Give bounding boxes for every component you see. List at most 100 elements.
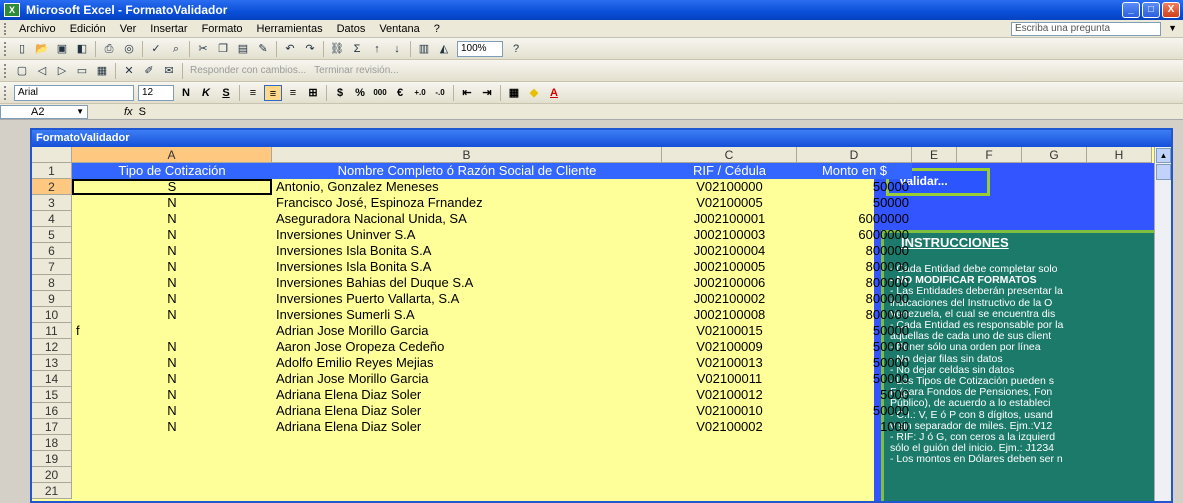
cell-tipo[interactable] — [72, 451, 272, 467]
row-header[interactable]: 12 — [32, 339, 72, 355]
open-icon[interactable]: 📂 — [34, 41, 50, 57]
cell-tipo[interactable]: N — [72, 291, 272, 307]
row-header[interactable]: 6 — [32, 243, 72, 259]
decrease-indent-icon[interactable]: ⇤ — [458, 85, 476, 101]
cell-rif[interactable] — [662, 451, 797, 467]
font-size-select[interactable]: 12 — [138, 84, 174, 101]
cell-monto[interactable]: 1000 — [797, 419, 912, 435]
cell-nombre[interactable] — [272, 467, 662, 483]
cell-rif[interactable]: J002100003 — [662, 227, 797, 243]
menu-edicion[interactable]: Edición — [63, 23, 113, 35]
minimize-button[interactable]: _ — [1122, 2, 1140, 18]
chart-icon[interactable]: ▥ — [416, 41, 432, 57]
row-header[interactable]: 9 — [32, 291, 72, 307]
cell-monto[interactable]: 6000000 — [797, 211, 912, 227]
row-header[interactable]: 11 — [32, 323, 72, 339]
cell-monto[interactable]: 5000 — [797, 387, 912, 403]
row-header[interactable]: 10 — [32, 307, 72, 323]
menu-insertar[interactable]: Insertar — [143, 23, 194, 35]
hyperlink-icon[interactable]: ⛓ — [329, 41, 345, 57]
chevron-down-icon[interactable]: ▼ — [1168, 23, 1177, 33]
column-header-f[interactable]: F — [957, 147, 1022, 163]
cell-monto[interactable]: 6000000 — [797, 227, 912, 243]
cell-tipo[interactable]: S — [72, 179, 272, 195]
maximize-button[interactable]: □ — [1142, 2, 1160, 18]
row-header[interactable]: 4 — [32, 211, 72, 227]
cell-nombre[interactable]: Aseguradora Nacional Unida, SA — [272, 211, 662, 227]
cell-tipo[interactable]: N — [72, 227, 272, 243]
cell-rif[interactable]: V02100002 — [662, 419, 797, 435]
cell-nombre[interactable]: Inversiones Isla Bonita S.A — [272, 243, 662, 259]
print-icon[interactable]: ⎙ — [101, 41, 117, 57]
name-box[interactable]: A2 ▼ — [0, 104, 88, 119]
vertical-scrollbar[interactable]: ▲ — [1154, 147, 1171, 501]
currency-icon[interactable]: $ — [331, 85, 349, 101]
cell-tipo[interactable]: N — [72, 339, 272, 355]
cell-monto[interactable] — [797, 483, 912, 499]
delete-comment-icon[interactable]: ✕ — [121, 63, 137, 79]
row-header[interactable]: 1 — [32, 163, 72, 179]
show-all-comments-icon[interactable]: ▦ — [94, 63, 110, 79]
undo-icon[interactable]: ↶ — [282, 41, 298, 57]
cell-tipo[interactable]: N — [72, 387, 272, 403]
cell-monto[interactable]: 50000 — [797, 323, 912, 339]
increase-indent-icon[interactable]: ⇥ — [478, 85, 496, 101]
cell-nombre[interactable]: Adriana Elena Diaz Soler — [272, 387, 662, 403]
cell-tipo[interactable]: N — [72, 259, 272, 275]
previous-comment-icon[interactable]: ◁ — [34, 63, 50, 79]
cell-tipo[interactable]: N — [72, 195, 272, 211]
cell-tipo[interactable] — [72, 483, 272, 499]
align-center-icon[interactable]: ≡ — [264, 84, 282, 101]
research-icon[interactable]: ⌕ — [168, 41, 184, 57]
row-header[interactable]: 15 — [32, 387, 72, 403]
comma-style-icon[interactable]: 000 — [371, 85, 389, 101]
cell-rif[interactable]: V02100013 — [662, 355, 797, 371]
header-cell-rif[interactable]: RIF / Cédula — [662, 163, 797, 179]
cell-tipo[interactable]: N — [72, 419, 272, 435]
cell-nombre[interactable] — [272, 483, 662, 499]
column-header-e[interactable]: E — [912, 147, 957, 163]
menu-archivo[interactable]: Archivo — [12, 23, 63, 35]
worksheet-grid[interactable]: Validar... INSTRUCCIONES - Cada Entidad … — [32, 147, 1171, 501]
cell-tipo[interactable]: N — [72, 371, 272, 387]
cell-monto[interactable] — [797, 435, 912, 451]
cell-monto[interactable]: 50000 — [797, 195, 912, 211]
format-painter-icon[interactable]: ✎ — [255, 41, 271, 57]
show-comment-icon[interactable]: ▭ — [74, 63, 90, 79]
row-header[interactable]: 5 — [32, 227, 72, 243]
cell-monto[interactable] — [797, 451, 912, 467]
new-icon[interactable]: ▯ — [14, 41, 30, 57]
menu-datos[interactable]: Datos — [330, 23, 373, 35]
sort-ascending-icon[interactable]: ↑ — [369, 41, 385, 57]
paste-icon[interactable]: ▤ — [235, 41, 251, 57]
new-comment-icon[interactable]: ▢ — [14, 63, 30, 79]
reply-with-changes-button[interactable]: Responder con cambios... — [190, 65, 306, 76]
cell-rif[interactable]: V02100000 — [662, 179, 797, 195]
cell-nombre[interactable]: Francisco José, Espinoza Frnandez — [272, 195, 662, 211]
ask-question-input[interactable]: Escriba una pregunta — [1011, 22, 1161, 36]
cell-nombre[interactable] — [272, 451, 662, 467]
cell-rif[interactable]: V02100012 — [662, 387, 797, 403]
insert-function-icon[interactable]: fx — [124, 106, 133, 118]
select-all-corner[interactable] — [32, 147, 72, 163]
cell-monto[interactable]: 800000 — [797, 307, 912, 323]
ink-annotations-icon[interactable]: ✐ — [141, 63, 157, 79]
menu-herramientas[interactable]: Herramientas — [250, 23, 330, 35]
row-header[interactable]: 13 — [32, 355, 72, 371]
print-preview-icon[interactable]: ◎ — [121, 41, 137, 57]
borders-icon[interactable]: ▦ — [505, 85, 523, 101]
menu-ayuda[interactable]: ? — [427, 23, 447, 35]
close-button[interactable]: X — [1162, 2, 1180, 18]
cell-monto[interactable]: 800000 — [797, 275, 912, 291]
toolbar-grip[interactable] — [4, 22, 8, 35]
cell-rif[interactable]: J002100005 — [662, 259, 797, 275]
header-cell-monto[interactable]: Monto en $ — [797, 163, 912, 179]
cell-rif[interactable]: V02100009 — [662, 339, 797, 355]
merge-center-icon[interactable]: ⊞ — [304, 85, 322, 101]
euro-icon[interactable]: € — [391, 85, 409, 101]
redo-icon[interactable]: ↷ — [302, 41, 318, 57]
cell-tipo[interactable]: N — [72, 275, 272, 291]
row-header[interactable]: 3 — [32, 195, 72, 211]
cell-rif[interactable] — [662, 467, 797, 483]
decrease-decimal-icon[interactable]: -.0 — [431, 85, 449, 101]
